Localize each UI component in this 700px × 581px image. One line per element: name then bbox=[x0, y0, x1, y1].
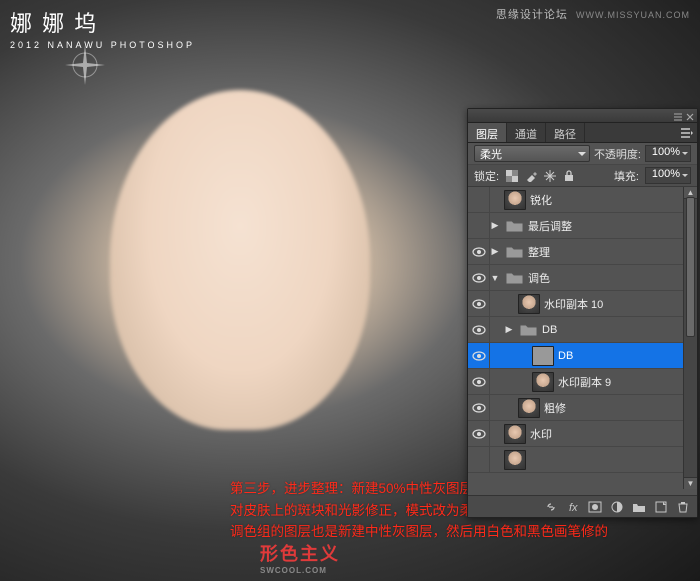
collapse-icon[interactable] bbox=[674, 112, 682, 120]
layer-row[interactable] bbox=[468, 447, 697, 473]
expand-arrow-icon[interactable]: ▶ bbox=[490, 220, 500, 231]
svg-text:fx: fx bbox=[569, 502, 578, 514]
new-layer-button[interactable] bbox=[653, 499, 669, 515]
expand-arrow-icon[interactable]: ▼ bbox=[490, 273, 500, 283]
new-group-button[interactable] bbox=[631, 499, 647, 515]
layers-list: 锐化 ▶ 最后调整 ▶ 整理 ▼ 调色水印副本 10 ▶ DB DB 水印副本 9 粗修水印 ▲ ▼ bbox=[468, 187, 697, 489]
layer-thumbnail[interactable] bbox=[532, 346, 554, 366]
layer-row[interactable]: 水印副本 10 bbox=[468, 291, 697, 317]
layer-thumbnail[interactable] bbox=[518, 398, 540, 418]
layer-row[interactable]: 水印 bbox=[468, 421, 697, 447]
visibility-toggle[interactable] bbox=[468, 265, 490, 291]
lock-all-icon[interactable] bbox=[562, 169, 576, 183]
author-watermark: 娜 娜 坞 2012 NANAWU PHOTOSHOP bbox=[10, 6, 195, 50]
visibility-toggle[interactable] bbox=[468, 395, 490, 421]
fill-label: 填充: bbox=[614, 168, 639, 184]
delete-layer-button[interactable] bbox=[675, 499, 691, 515]
tab-layers[interactable]: 图层 bbox=[468, 123, 507, 142]
layer-row[interactable]: DB bbox=[468, 343, 697, 369]
layer-name[interactable]: 水印 bbox=[530, 426, 697, 442]
layer-name[interactable]: 水印副本 10 bbox=[544, 296, 697, 312]
layer-row[interactable]: 锐化 bbox=[468, 187, 697, 213]
layer-thumbnail[interactable] bbox=[504, 424, 526, 444]
layer-row[interactable]: ▼ 调色 bbox=[468, 265, 697, 291]
layer-name[interactable]: 调色 bbox=[528, 270, 697, 286]
link-layers-button[interactable] bbox=[543, 499, 559, 515]
visibility-toggle[interactable] bbox=[468, 291, 490, 317]
opacity-label: 不透明度: bbox=[594, 146, 641, 162]
lock-transparent-icon[interactable] bbox=[505, 169, 519, 183]
tab-paths[interactable]: 路径 bbox=[546, 123, 585, 142]
scroll-thumb[interactable] bbox=[686, 197, 695, 337]
folder-icon[interactable] bbox=[518, 320, 538, 340]
blend-opacity-row: 柔光 不透明度: 100% bbox=[468, 143, 697, 165]
visibility-toggle[interactable] bbox=[468, 421, 490, 447]
site-logo-sub: SWCOOL.COM bbox=[260, 566, 340, 575]
folder-icon[interactable] bbox=[504, 268, 524, 288]
visibility-toggle[interactable] bbox=[468, 187, 490, 213]
lock-pixels-icon[interactable] bbox=[524, 169, 538, 183]
panel-footer: fx bbox=[468, 495, 697, 517]
site-logo-text: 形色主义 bbox=[260, 544, 340, 564]
lock-icons bbox=[505, 169, 576, 183]
layer-thumbnail[interactable] bbox=[518, 294, 540, 314]
folder-icon[interactable] bbox=[504, 216, 524, 236]
app-root: 思缘设计论坛 WWW.MISSYUAN.COM 娜 娜 坞 2012 NANAW… bbox=[0, 0, 700, 581]
layer-name[interactable]: DB bbox=[558, 350, 697, 362]
adjustment-layer-button[interactable] bbox=[609, 499, 625, 515]
layer-row[interactable]: ▶ DB bbox=[468, 317, 697, 343]
layer-row[interactable]: ▶ 最后调整 bbox=[468, 213, 697, 239]
close-icon[interactable] bbox=[686, 112, 694, 120]
scroll-down-icon[interactable]: ▼ bbox=[684, 477, 697, 489]
layer-name[interactable]: 锐化 bbox=[530, 192, 697, 208]
visibility-toggle[interactable] bbox=[468, 213, 490, 239]
blend-mode-select[interactable]: 柔光 bbox=[474, 145, 590, 162]
visibility-toggle[interactable] bbox=[468, 369, 490, 395]
layer-style-button[interactable]: fx bbox=[565, 499, 581, 515]
layers-scrollbar[interactable]: ▲ ▼ bbox=[683, 187, 697, 489]
layers-panel: 图层 通道 路径 柔光 不透明度: 100% 锁定: 填充: 100% bbox=[467, 108, 698, 518]
expand-arrow-icon[interactable]: ▶ bbox=[490, 246, 500, 257]
visibility-toggle[interactable] bbox=[468, 447, 490, 473]
visibility-toggle[interactable] bbox=[468, 317, 490, 343]
forum-url: WWW.MISSYUAN.COM bbox=[576, 10, 690, 20]
layer-name[interactable]: DB bbox=[542, 324, 697, 336]
lock-label: 锁定: bbox=[474, 168, 499, 184]
forum-name: 思缘设计论坛 bbox=[496, 9, 568, 21]
site-logo: 形色主义 SWCOOL.COM bbox=[260, 540, 340, 575]
layer-thumbnail[interactable] bbox=[532, 372, 554, 392]
folder-icon[interactable] bbox=[504, 242, 524, 262]
layer-name[interactable]: 水印副本 9 bbox=[558, 374, 697, 390]
author-name: 娜 娜 坞 bbox=[10, 6, 195, 38]
portrait-face bbox=[110, 90, 370, 430]
layer-name[interactable]: 粗修 bbox=[544, 400, 697, 416]
layer-thumbnail[interactable] bbox=[504, 190, 526, 210]
panel-menu-button[interactable] bbox=[677, 123, 697, 142]
layer-row[interactable]: 水印副本 9 bbox=[468, 369, 697, 395]
layer-row[interactable]: ▶ 整理 bbox=[468, 239, 697, 265]
layer-mask-button[interactable] bbox=[587, 499, 603, 515]
fill-field[interactable]: 100% bbox=[645, 167, 691, 184]
visibility-toggle[interactable] bbox=[468, 343, 490, 369]
layer-name[interactable]: 整理 bbox=[528, 244, 697, 260]
opacity-field[interactable]: 100% bbox=[645, 145, 691, 162]
expand-arrow-icon[interactable]: ▶ bbox=[504, 324, 514, 335]
layer-row[interactable]: 粗修 bbox=[468, 395, 697, 421]
visibility-toggle[interactable] bbox=[468, 239, 490, 265]
panel-titlebar[interactable] bbox=[468, 109, 697, 123]
tab-channels[interactable]: 通道 bbox=[507, 123, 546, 142]
lock-position-icon[interactable] bbox=[543, 169, 557, 183]
forum-watermark: 思缘设计论坛 WWW.MISSYUAN.COM bbox=[496, 6, 690, 22]
layer-thumbnail[interactable] bbox=[504, 450, 526, 470]
layer-name[interactable]: 最后调整 bbox=[528, 218, 697, 234]
lock-fill-row: 锁定: 填充: 100% bbox=[468, 165, 697, 187]
panel-tabs: 图层 通道 路径 bbox=[468, 123, 697, 143]
author-subtitle: 2012 NANAWU PHOTOSHOP bbox=[10, 40, 195, 50]
